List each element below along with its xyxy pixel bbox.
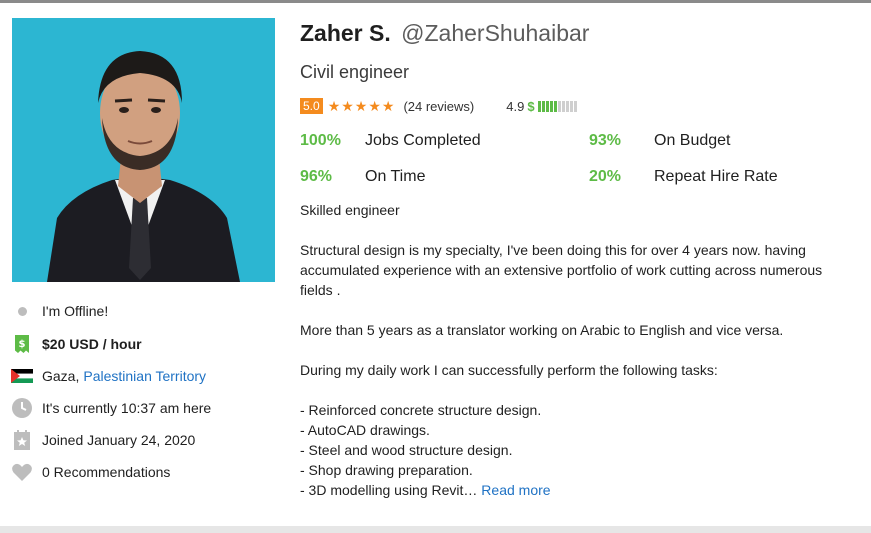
- star-rating-icon: ★★★★★: [327, 97, 396, 114]
- profile-photo: [12, 18, 275, 282]
- earnings-bar: [537, 100, 541, 112]
- task-item: - Shop drawing preparation.: [300, 462, 473, 478]
- earnings-bar: [557, 100, 561, 112]
- earnings-score: 4.9: [506, 98, 525, 114]
- joined-date: Joined January 24, 2020: [42, 432, 196, 448]
- local-time-row: It's currently 10:37 am here: [10, 397, 211, 419]
- bottom-border: [0, 526, 871, 533]
- description-headline: Skilled engineer: [300, 202, 400, 218]
- task-list: - Reinforced concrete structure design. …: [300, 400, 845, 500]
- stat-repeat-hire: 20% Repeat Hire Rate: [589, 168, 778, 186]
- stat-label: Repeat Hire Rate: [654, 168, 778, 185]
- earnings-bar: [561, 100, 565, 112]
- earnings-bar: [545, 100, 549, 112]
- rating-badge: 5.0: [300, 98, 323, 114]
- clock-icon: [10, 397, 34, 419]
- earnings-dollar-icon: $: [527, 98, 535, 114]
- stat-on-time: 96% On Time: [300, 168, 425, 186]
- local-time: It's currently 10:37 am here: [42, 400, 212, 416]
- earnings-bar: [565, 100, 569, 112]
- stat-value: 96%: [300, 168, 333, 185]
- task-item-last: - 3D modelling using Revit… Read more: [300, 480, 845, 500]
- profile-title: Civil engineer: [300, 62, 410, 82]
- description-paragraph: Structural design is my specialty, I've …: [300, 242, 823, 298]
- reviews-count[interactable]: (24 reviews): [403, 99, 474, 114]
- location-row: Gaza, Palestinian Territory: [10, 365, 206, 387]
- status-row: I'm Offline!: [10, 300, 108, 322]
- offline-dot-icon: [10, 300, 34, 322]
- stat-label: Jobs Completed: [365, 132, 481, 149]
- stat-value: 100%: [300, 132, 341, 149]
- joined-row: Joined January 24, 2020: [10, 429, 195, 451]
- stat-value: 93%: [589, 132, 622, 149]
- status-text: I'm Offline!: [42, 303, 109, 319]
- earnings-bar: [569, 100, 573, 112]
- calendar-star-icon: [10, 429, 34, 451]
- recommendations-row: 0 Recommendations: [10, 461, 170, 483]
- earnings-bar: [573, 100, 577, 112]
- stat-label: On Budget: [654, 132, 731, 149]
- stat-label: On Time: [365, 168, 426, 185]
- task-item: - Reinforced concrete structure design.: [300, 402, 542, 418]
- rating-row: 5.0 ★★★★★ (24 reviews) 4.9 $: [300, 97, 577, 115]
- hourly-rate-row: $ $20 USD / hour: [10, 333, 142, 355]
- earnings-bar: [553, 100, 557, 112]
- description-paragraph: More than 5 years as a translator workin…: [300, 322, 784, 338]
- earnings-bar: [541, 100, 545, 112]
- task-item: - AutoCAD drawings.: [300, 422, 430, 438]
- earnings-level-bars: [537, 100, 577, 112]
- top-border: [0, 0, 871, 3]
- city: Gaza,: [42, 368, 80, 384]
- read-more-link[interactable]: Read more: [481, 482, 550, 498]
- task-item: - Steel and wood structure design.: [300, 442, 513, 458]
- country-link[interactable]: Palestinian Territory: [83, 368, 206, 384]
- stat-jobs-completed: 100% Jobs Completed: [300, 132, 481, 150]
- hourly-rate: $20 USD / hour: [42, 336, 142, 352]
- stat-value: 20%: [589, 168, 622, 185]
- stat-on-budget: 93% On Budget: [589, 132, 731, 150]
- heart-icon: [10, 461, 34, 483]
- profile-handle: @ZaherShuhaibar: [401, 20, 590, 46]
- svg-text:$: $: [19, 339, 26, 350]
- description-paragraph: During my daily work I can successfully …: [300, 362, 718, 378]
- task-item: - 3D modelling using Revit…: [300, 482, 478, 498]
- profile-name: Zaher S.: [300, 20, 391, 46]
- earnings-bar: [549, 100, 553, 112]
- profile-name-line: Zaher S. @ZaherShuhaibar: [300, 20, 589, 47]
- dollar-bill-icon: $: [10, 333, 34, 355]
- recommendations-count: 0 Recommendations: [42, 464, 171, 480]
- flag-icon: [10, 365, 34, 387]
